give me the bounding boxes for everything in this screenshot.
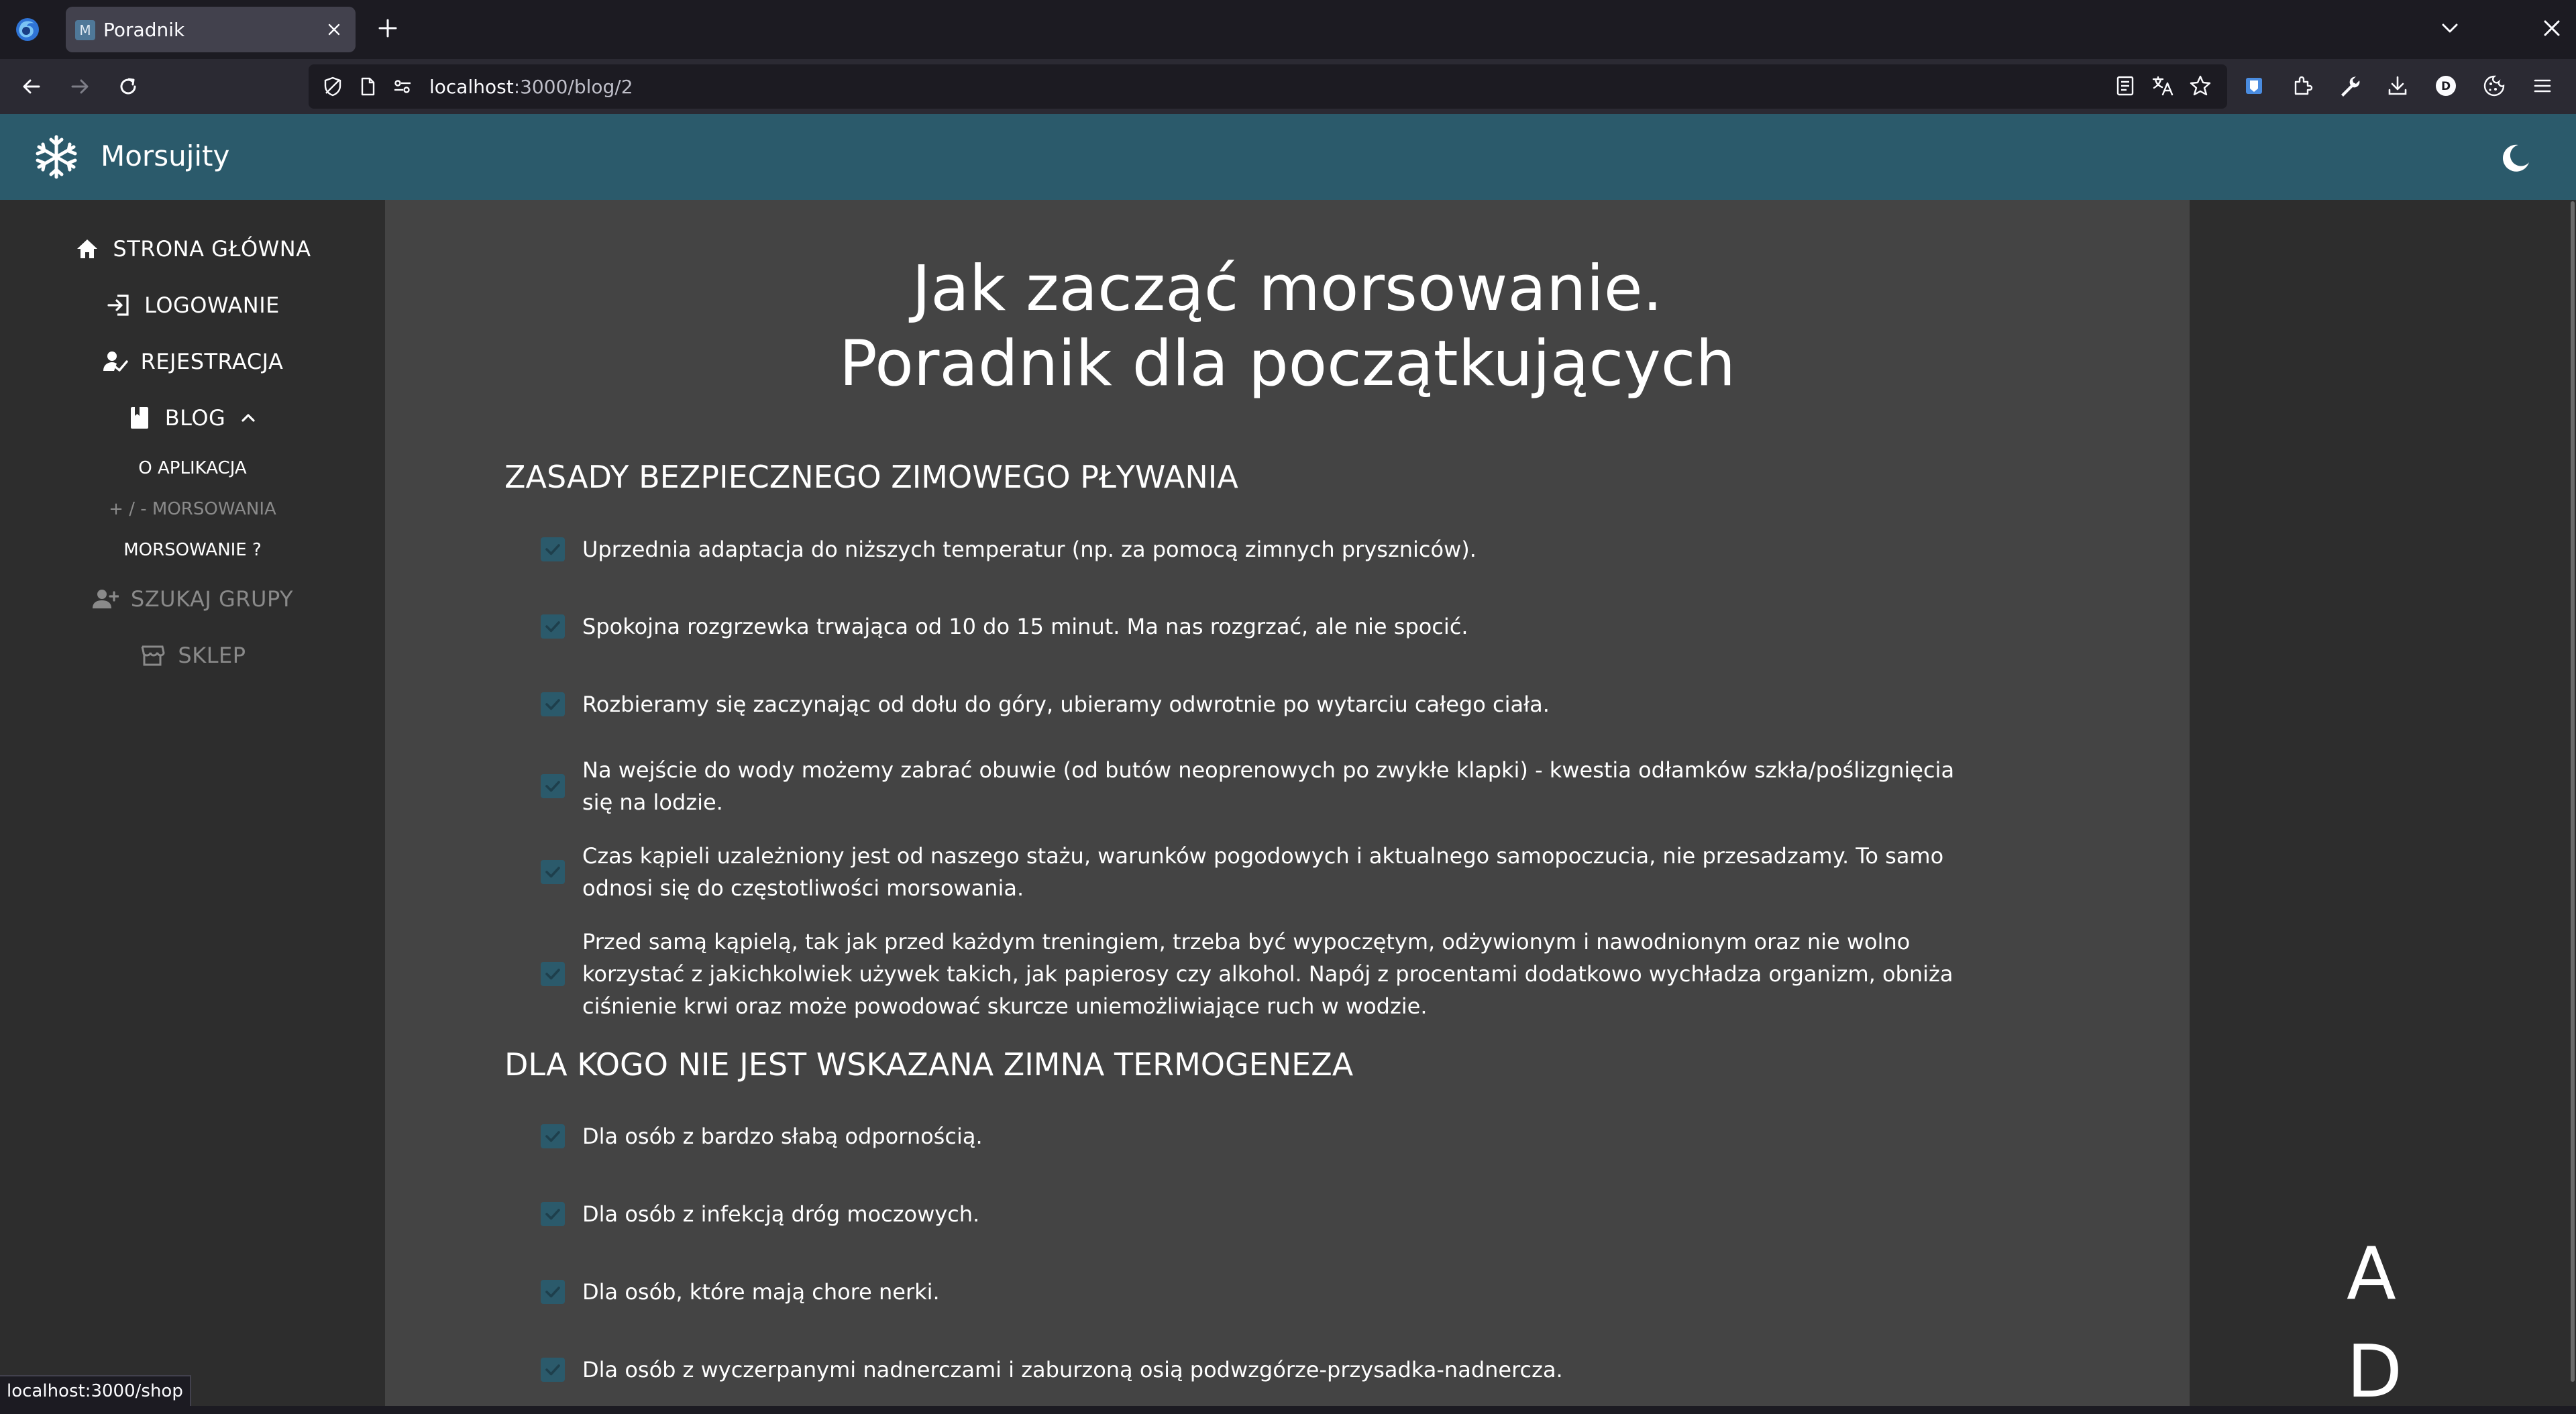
checkbox-checked-icon[interactable] bbox=[541, 1202, 565, 1226]
tracking-shield-icon[interactable] bbox=[322, 76, 343, 97]
gutter-letter: D bbox=[2347, 1330, 2403, 1414]
account-avatar-icon[interactable]: D bbox=[2434, 74, 2458, 98]
list-item: Na wejście do wody możemy zabrać obuwie … bbox=[582, 757, 1955, 815]
extensions-icon[interactable] bbox=[2290, 74, 2314, 98]
gutter-letter: A bbox=[2347, 1232, 2396, 1316]
url-path: :3000/blog/2 bbox=[513, 76, 633, 98]
list-item: Dla osób z wyczerpanymi nadnerczami i za… bbox=[582, 1357, 1563, 1382]
store-icon bbox=[141, 645, 165, 666]
login-icon bbox=[107, 294, 129, 316]
sidebar-item-register[interactable]: REJESTRACJA bbox=[0, 341, 385, 382]
wrench-icon[interactable] bbox=[2337, 74, 2361, 98]
right-gutter bbox=[2190, 200, 2576, 1406]
chevron-down-icon[interactable] bbox=[2438, 16, 2462, 40]
sidebar: STRONA GŁÓWNA LOGOWANIE REJESTRACJA BLOG… bbox=[0, 200, 385, 1406]
reader-view-icon[interactable] bbox=[2113, 74, 2137, 98]
list-item: Spokojna rozgrzewka trwająca od 10 do 15… bbox=[582, 614, 1468, 639]
list-item: Uprzednia adaptacja do niższych temperat… bbox=[582, 537, 1477, 562]
sidebar-item-shop[interactable]: SKLEP bbox=[0, 635, 385, 675]
scrollbar-thumb[interactable] bbox=[2571, 201, 2575, 1382]
svg-text:D: D bbox=[2441, 80, 2451, 93]
forward-arrow-icon[interactable] bbox=[67, 74, 93, 99]
sidebar-subitem-plus-minus[interactable]: + / - MORSOWANIA bbox=[0, 494, 385, 524]
sidebar-item-label: STRONA GŁÓWNA bbox=[113, 236, 311, 262]
sidebar-item-label: REJESTRACJA bbox=[140, 349, 284, 374]
sidebar-subitem-morsowanie[interactable]: MORSOWANIE ? bbox=[0, 535, 385, 565]
bitwarden-icon[interactable] bbox=[2242, 74, 2266, 98]
group-add-icon bbox=[92, 590, 119, 608]
window-close-icon[interactable] bbox=[2540, 16, 2564, 40]
close-tab-icon[interactable] bbox=[326, 21, 342, 38]
checkbox-checked-icon[interactable] bbox=[541, 774, 565, 798]
sidebar-item-label: LOGOWANIE bbox=[144, 292, 280, 318]
firefox-icon[interactable] bbox=[15, 17, 40, 42]
browser-nav-bar: localhost:3000/blog/2 D bbox=[0, 59, 2576, 114]
article-title-line-1: Jak zacząć morsowanie. bbox=[912, 252, 1663, 325]
list-item: Dla osób z infekcją dróg moczowych. bbox=[582, 1201, 980, 1227]
checkbox-checked-icon[interactable] bbox=[541, 537, 565, 561]
translate-icon[interactable] bbox=[2151, 74, 2175, 98]
sidebar-item-label: SZUKAJ GRUPY bbox=[130, 586, 294, 612]
url-bar[interactable]: localhost:3000/blog/2 bbox=[309, 64, 2227, 109]
checkbox-checked-icon[interactable] bbox=[541, 962, 565, 986]
tab-title: Poradnik bbox=[103, 19, 185, 41]
back-arrow-icon[interactable] bbox=[19, 74, 44, 99]
list-item: Dla osób, które mają chore nerki. bbox=[582, 1279, 940, 1305]
register-icon bbox=[103, 351, 128, 372]
app-title[interactable]: Morsujity bbox=[101, 140, 229, 172]
sidebar-subitem-o-aplikacja[interactable]: O APLIKACJA bbox=[0, 453, 385, 483]
article-content: Jak zacząć morsowanie. Poradnik dla pocz… bbox=[385, 200, 2190, 1406]
new-tab-icon[interactable] bbox=[376, 16, 400, 40]
list-item: Czas kąpieli uzależniony jest od naszego… bbox=[582, 843, 1944, 901]
checkbox-checked-icon[interactable] bbox=[541, 1358, 565, 1382]
checkbox-checked-icon[interactable] bbox=[541, 1124, 565, 1148]
section-heading: DLA KOGO NIE JEST WSKAZANA ZIMNA TERMOGE… bbox=[504, 1046, 1354, 1083]
checkbox-checked-icon[interactable] bbox=[541, 860, 565, 884]
checkbox-checked-icon[interactable] bbox=[541, 1280, 565, 1304]
sidebar-item-login[interactable]: LOGOWANIE bbox=[0, 285, 385, 325]
sidebar-item-blog[interactable]: BLOG bbox=[0, 398, 385, 438]
sidebar-item-label: SKLEP bbox=[178, 643, 246, 668]
page-icon[interactable] bbox=[357, 76, 378, 97]
checkbox-checked-icon[interactable] bbox=[541, 614, 565, 639]
browser-tab[interactable]: M Poradnik bbox=[66, 7, 356, 52]
bookmark-star-icon[interactable] bbox=[2188, 74, 2212, 98]
list-item: Przed samą kąpielą, tak jak przed każdym… bbox=[582, 929, 1953, 1019]
book-icon bbox=[130, 407, 148, 429]
app-header: Morsujity bbox=[0, 114, 2576, 200]
hamburger-menu-icon[interactable] bbox=[2530, 74, 2555, 98]
list-item: Rozbieramy się zaczynając od dołu do gór… bbox=[582, 692, 1550, 717]
download-icon[interactable] bbox=[2385, 74, 2410, 98]
snowflake-icon[interactable] bbox=[34, 134, 79, 180]
url-text[interactable]: localhost:3000/blog/2 bbox=[429, 76, 633, 98]
browser-tab-strip: M Poradnik bbox=[0, 0, 2576, 59]
chevron-up-icon[interactable] bbox=[237, 407, 259, 429]
section-heading: ZASADY BEZPIECZNEGO ZIMOWEGO PŁYWANIA bbox=[504, 459, 1238, 495]
sidebar-item-home[interactable]: STRONA GŁÓWNA bbox=[0, 229, 385, 269]
permissions-icon[interactable] bbox=[392, 76, 413, 97]
sidebar-item-find-group[interactable]: SZUKAJ GRUPY bbox=[0, 579, 385, 619]
dark-mode-toggle-icon[interactable] bbox=[2498, 141, 2533, 176]
article-title-line-2: Poradnik dla początkujących bbox=[839, 327, 1736, 400]
cookie-icon[interactable] bbox=[2482, 74, 2506, 98]
url-host: localhost bbox=[429, 76, 514, 98]
home-icon bbox=[77, 239, 98, 258]
link-status-bar: localhost:3000/shop bbox=[0, 1375, 191, 1406]
checkbox-checked-icon[interactable] bbox=[541, 692, 565, 716]
reload-icon[interactable] bbox=[115, 74, 141, 99]
tab-favicon-icon: M bbox=[75, 20, 95, 40]
sidebar-item-label: BLOG bbox=[164, 405, 226, 431]
list-item: Dla osób z bardzo słabą odpornością. bbox=[582, 1124, 983, 1149]
